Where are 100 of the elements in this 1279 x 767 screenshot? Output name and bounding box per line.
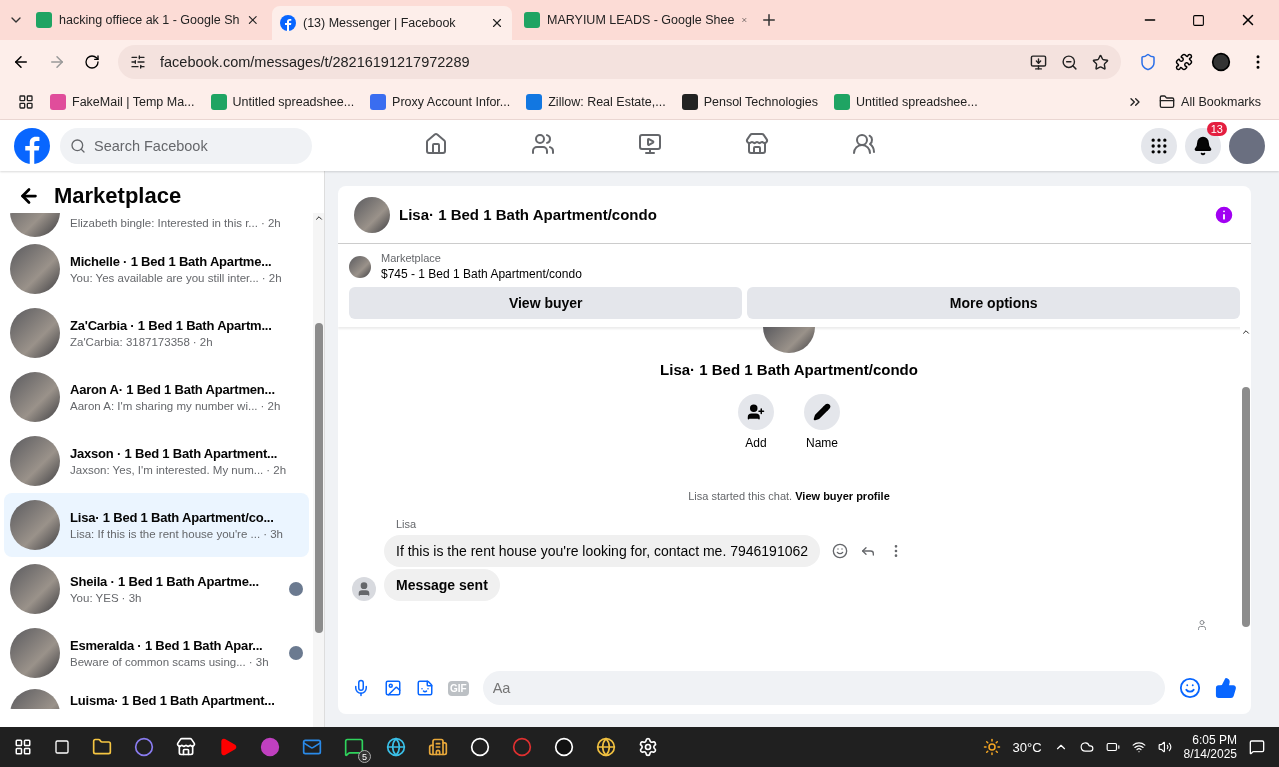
site-favicon-icon <box>834 93 851 110</box>
emoji-icon[interactable] <box>1179 677 1201 699</box>
home-icon <box>423 132 448 156</box>
notification-count: 13 <box>1206 121 1227 136</box>
site-info-icon[interactable] <box>130 54 146 70</box>
store-icon <box>744 132 769 156</box>
like-icon[interactable] <box>1215 677 1237 699</box>
action-button[interactable]: View buyer <box>349 287 743 319</box>
profile-action-button[interactable] <box>738 394 774 430</box>
bookmark-star-icon[interactable] <box>1092 53 1109 71</box>
conversation-item[interactable]: Lisa· 1 Bed 1 Bath Apartment/co... Lisa: If this is the rent house you're ... · 3h <box>4 493 309 557</box>
all-bookmarks-link[interactable]: All Bookmarks <box>1159 93 1261 110</box>
listing-label: Marketplace <box>381 252 442 264</box>
photo-placeholder <box>10 628 60 678</box>
address-bar[interactable]: facebook.com/messages/t/28216191217972289 <box>118 45 1121 79</box>
message-time: · 3h <box>263 528 283 540</box>
conversation-item[interactable]: Elizabeth bingle: Interested in this r... · 2h <box>4 213 309 237</box>
photo-icon[interactable] <box>384 679 402 697</box>
folder-icon[interactable] <box>92 737 112 757</box>
bookmark-link[interactable]: FakeMail | Temp Ma... <box>50 93 195 110</box>
wifi-icon[interactable] <box>1131 740 1146 754</box>
zoom-icon[interactable] <box>1061 53 1078 71</box>
globe-icon[interactable] <box>596 737 616 757</box>
bookmark-link[interactable]: Pensol Technologies <box>681 93 819 110</box>
cloud-icon[interactable] <box>1079 740 1094 754</box>
scroll-up-icon[interactable] <box>1240 327 1251 337</box>
message-preview: You: Yes available are you still inter... <box>70 272 259 284</box>
message-input[interactable]: Aa <box>482 671 1165 705</box>
action-button[interactable]: More options <box>747 287 1240 319</box>
facebook-logo-icon[interactable] <box>280 15 296 31</box>
listing-title: $745 - 1 Bed 1 Bath Apartment/condo <box>381 267 582 281</box>
conversation-name: Luisma· 1 Bed 1 Bath Apartment... <box>70 693 276 708</box>
site-favicon-icon <box>681 93 698 110</box>
unread-badge: 5 <box>358 750 371 763</box>
chat-app-icon[interactable] <box>344 737 364 757</box>
photo-placeholder <box>10 500 60 550</box>
shield-icon[interactable] <box>1139 53 1157 71</box>
close-icon[interactable] <box>490 16 504 30</box>
sidebar-title: Marketplace <box>54 183 182 209</box>
maximize-icon[interactable] <box>1192 13 1205 27</box>
message-time: · 3h <box>248 656 269 668</box>
mail-icon[interactable] <box>302 737 322 757</box>
message-time: · 2h <box>260 217 281 229</box>
battery-icon[interactable] <box>1105 740 1120 754</box>
conversation-item[interactable]: Esmeralda · 1 Bed 1 Bath Apar... Beware of common scams using... · 3h <box>4 621 309 685</box>
site-favicon-icon <box>210 93 227 110</box>
play-icon[interactable] <box>218 737 238 757</box>
conversation-item[interactable]: Sheila · 1 Bed 1 Bath Apartme... You: YES · 3h <box>4 557 309 621</box>
new-tab-icon[interactable] <box>760 11 778 29</box>
volume-icon[interactable] <box>1157 740 1172 754</box>
spreadsheet-icon <box>36 12 52 28</box>
search-field[interactable]: Search Facebook <box>60 127 312 164</box>
message-preview: Za'Carbia: 3187173358 <box>70 336 190 348</box>
emoji-icon[interactable] <box>832 543 849 559</box>
microphone-icon[interactable] <box>352 679 370 697</box>
conversation-item[interactable]: Za'Carbia · 1 Bed 1 Bath Apartm... Za'Carbia: 3187173358 · 2h <box>4 301 309 365</box>
profile-avatar[interactable] <box>1211 52 1231 72</box>
photo-placeholder <box>10 308 60 358</box>
pencil-icon <box>813 403 831 421</box>
start-icon[interactable] <box>14 738 32 756</box>
back-icon[interactable] <box>12 53 30 71</box>
groups-icon <box>851 132 876 156</box>
profile-action-button[interactable] <box>804 394 840 430</box>
friends-icon <box>530 132 555 156</box>
extensions-icon[interactable] <box>1175 53 1193 71</box>
weather-icon[interactable] <box>982 738 1001 756</box>
scroll-up-icon[interactable] <box>313 213 324 223</box>
bookmark-link[interactable]: Untitled spreadshee... <box>834 93 978 110</box>
conversation-item[interactable]: Jaxson · 1 Bed 1 Bath Apartment... Jaxson: Yes, I'm interested. My num... · 2h <box>4 429 309 493</box>
settings-icon[interactable] <box>638 737 658 757</box>
photo-placeholder <box>354 196 390 233</box>
conversation-item[interactable]: Michelle · 1 Bed 1 Bath Apartme... You: Yes available are you still inter... · 2h <box>4 237 309 301</box>
apps-icon[interactable] <box>18 93 34 110</box>
install-icon[interactable] <box>1030 53 1047 71</box>
menu-grid-button[interactable] <box>1141 127 1177 164</box>
clock-time: 6:05 PM <box>1192 733 1237 747</box>
conversation-item[interactable]: Aaron A· 1 Bed 1 Bath Apartmen... Aaron A: I'm sharing my number wi... · 2h <box>4 365 309 429</box>
reload-icon[interactable] <box>84 54 100 70</box>
sticker-icon[interactable] <box>416 679 434 697</box>
bookmark-link[interactable]: Untitled spreadshee... <box>210 93 355 110</box>
task-view-icon[interactable] <box>54 739 70 755</box>
back-icon[interactable] <box>18 185 40 207</box>
browser-tab[interactable]: (13) Messenger | Facebook <box>272 6 512 40</box>
facebook-logo-icon[interactable] <box>14 127 50 164</box>
bookmark-link[interactable]: Zillow: Real Estate,... <box>526 93 666 110</box>
notifications-icon[interactable] <box>1249 739 1265 755</box>
browser-tab[interactable]: MARYIUM LEADS - Google Shee <box>516 3 756 37</box>
bookmark-link[interactable]: Proxy Account Infor... <box>370 93 511 110</box>
conversation-name: Lisa· 1 Bed 1 Bath Apartment/co... <box>70 510 275 525</box>
notifications-button[interactable] <box>1185 127 1221 164</box>
store-icon[interactable] <box>176 737 196 757</box>
globe-icon[interactable] <box>386 737 406 757</box>
view-profile-link[interactable]: View buyer profile <box>795 490 890 502</box>
app-icon[interactable] <box>428 737 448 757</box>
conversation-name: Sheila · 1 Bed 1 Bath Apartme... <box>70 574 260 589</box>
message-preview: Lisa: If this is the rent house you're ... <box>70 528 261 540</box>
browser-tab[interactable]: hacking offiece ak 1 - Google Sh <box>28 3 268 37</box>
scrollbar[interactable] <box>313 213 324 727</box>
info-icon[interactable] <box>1213 203 1235 226</box>
close-icon[interactable] <box>246 13 260 27</box>
